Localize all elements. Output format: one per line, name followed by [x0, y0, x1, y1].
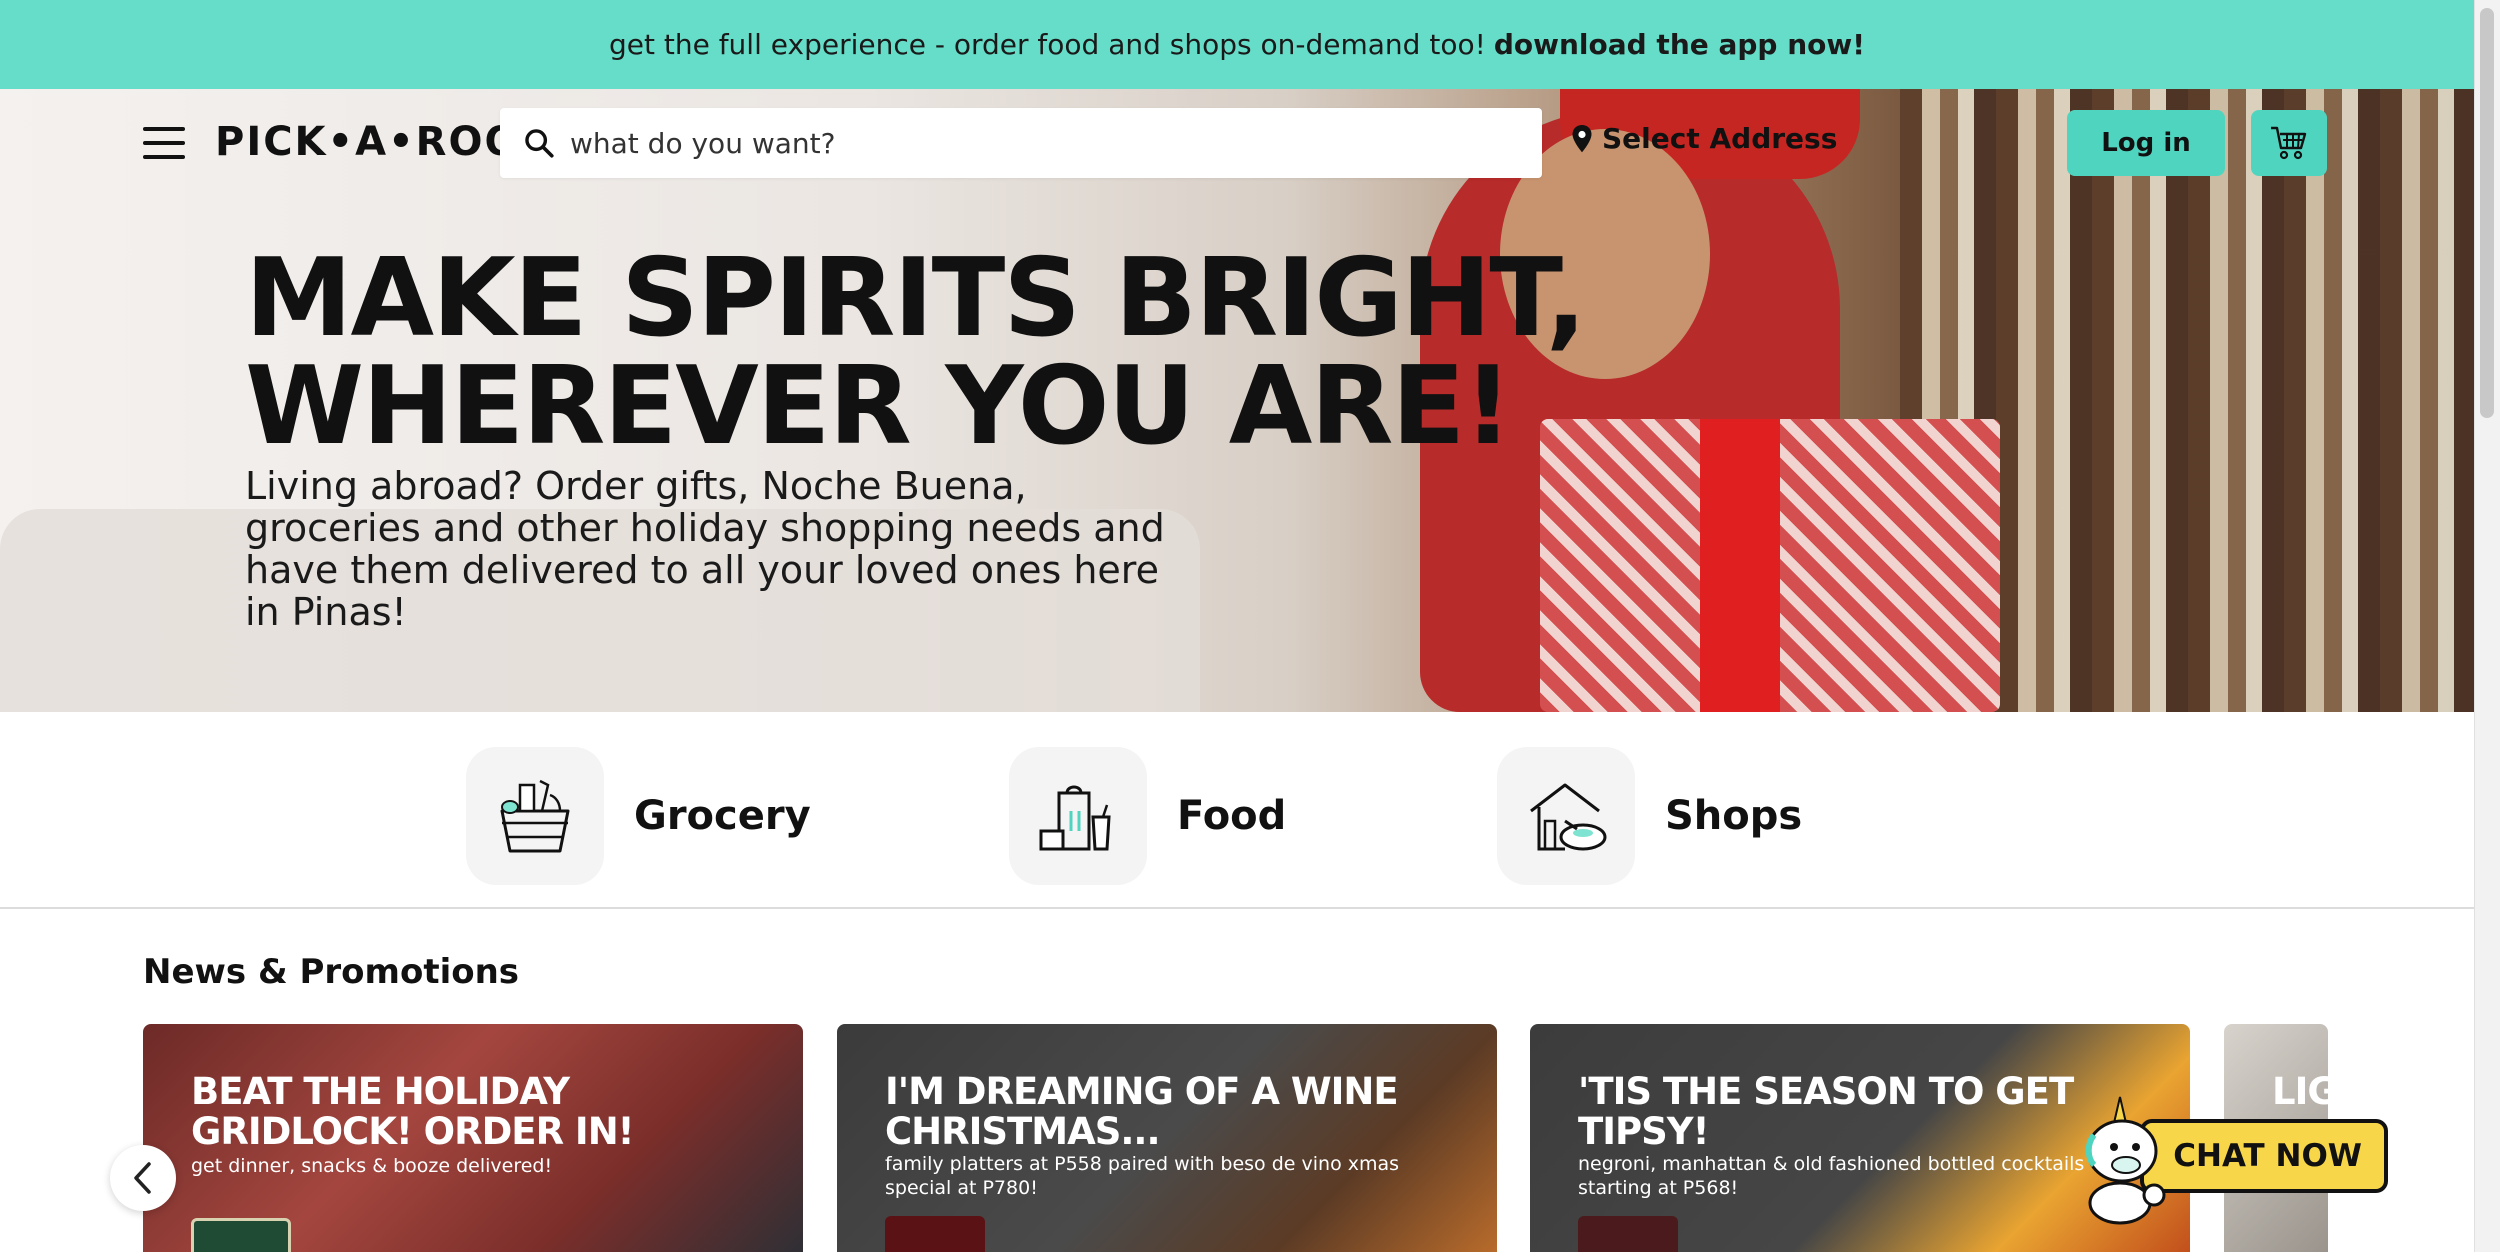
chevron-left-icon [134, 1162, 151, 1194]
category-food-label: Food [1177, 793, 1287, 839]
scrollbar-thumb[interactable] [2480, 8, 2494, 418]
hero-ribbon-image [1700, 419, 1780, 712]
menu-icon[interactable] [143, 127, 185, 161]
category-grocery-label: Grocery [634, 793, 811, 839]
select-address-label: Select Address [1602, 122, 1838, 155]
unicorn-mascot-icon [2085, 1096, 2166, 1225]
promo-card-subtitle: family platters at P558 paired with beso… [885, 1153, 1400, 1199]
app-banner-cta[interactable]: download the app now! [1494, 28, 1865, 61]
app-download-banner[interactable]: get the full experience - order food and… [0, 0, 2474, 89]
food-bag-icon [1009, 747, 1147, 885]
app-banner-text: get the full experience - order food and… [608, 28, 1486, 61]
promo-card-subtitle: get dinner, snacks & booze delivered! [191, 1155, 553, 1177]
login-button[interactable]: Log in [2067, 110, 2225, 176]
promo-card-title: I'M DREAMING OF A WINE CHRISTMAS... [885, 1070, 1399, 1153]
hero-title: MAKE SPIRITS BRIGHT, WHEREVER YOU ARE! [245, 236, 1587, 469]
promo-card-logo [1578, 1216, 1678, 1252]
pickaroo-logo[interactable]: PICK•A•ROO [215, 119, 520, 165]
promo-card-logo [191, 1218, 291, 1252]
hero-title-line-2: WHEREVER YOU ARE! [245, 344, 1513, 469]
page-scrollbar[interactable] [2474, 0, 2500, 1252]
chat-now-button[interactable]: CHAT NOW [2080, 1095, 2388, 1225]
select-address[interactable]: Select Address [1570, 122, 1837, 155]
search-input[interactable] [570, 126, 1470, 160]
carousel-prev-button[interactable] [110, 1145, 176, 1211]
grocery-basket-icon [466, 747, 604, 885]
search-icon [525, 129, 554, 158]
cart-button[interactable] [2251, 110, 2327, 176]
promo-card-logo [885, 1216, 985, 1252]
shop-house-icon [1497, 747, 1635, 885]
shopping-cart-icon [2271, 126, 2307, 160]
location-pin-icon [1572, 124, 1592, 152]
promo-card[interactable]: I'M DREAMING OF A WINE CHRISTMAS... fami… [837, 1024, 1497, 1252]
hero-title-line-1: MAKE SPIRITS BRIGHT, [245, 236, 1587, 361]
promo-card-title: BEAT THE HOLIDAY GRIDLOCK! ORDER IN! [191, 1070, 635, 1153]
category-shops[interactable]: Shops [1497, 747, 1802, 885]
category-grocery[interactable]: Grocery [466, 747, 811, 885]
hero-subtitle: Living abroad? Order gifts, Noche Buena,… [245, 464, 1165, 634]
category-food[interactable]: Food [1009, 747, 1286, 885]
news-promotions-heading: News & Promotions [143, 952, 520, 992]
promo-card-subtitle: negroni, manhattan & old fashioned bottl… [1578, 1153, 2085, 1199]
promo-card[interactable]: BEAT THE HOLIDAY GRIDLOCK! ORDER IN! get… [143, 1024, 803, 1252]
category-shops-label: Shops [1665, 793, 1803, 839]
search-bar[interactable] [500, 108, 1542, 178]
category-row: Grocery Food Shops [0, 712, 2474, 909]
